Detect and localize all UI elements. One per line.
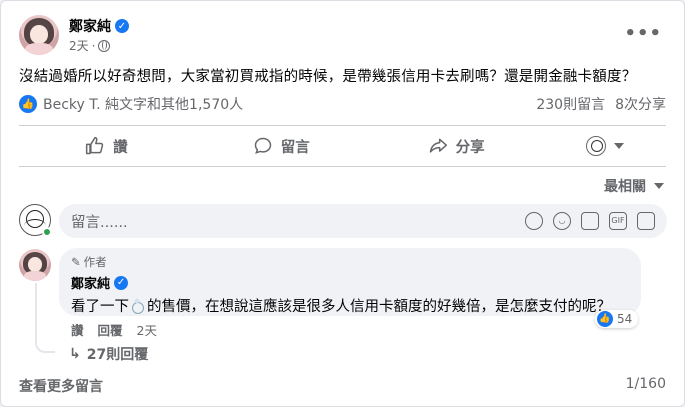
like-reaction-icon: 👍 — [19, 95, 37, 113]
comment-reply-button[interactable]: 回覆 — [98, 320, 123, 339]
more-options-icon[interactable]: ••• — [624, 23, 662, 44]
post-text: 沒結過婚所以好奇想問，大家當初買戒指的時候，是帶幾張信用卡去刷嗎？還是開金融卡額… — [19, 69, 637, 85]
thumbs-up-icon — [86, 136, 104, 155]
view-replies-link[interactable]: ↳ 27則回覆 — [69, 344, 148, 364]
comment-button[interactable]: 留言 — [194, 136, 369, 157]
camera-icon[interactable] — [581, 212, 599, 230]
divider — [19, 125, 666, 126]
comment-bubble: ✎ 作者 鄭家純 ✓ 看了一下 的售價，在想說這應該是很多人信用卡額度的好幾倍，… — [59, 248, 641, 316]
share-label: 分享 — [455, 139, 485, 156]
replies-label: 27則回覆 — [86, 347, 149, 363]
sort-label: 最相關 — [604, 179, 646, 195]
gif-icon[interactable]: GIF — [609, 212, 627, 230]
verified-badge-icon: ✓ — [114, 275, 129, 290]
comment-bubble-icon — [254, 137, 272, 154]
author-tag: 作者 — [83, 255, 107, 269]
like-reaction-icon: 👍 — [597, 311, 613, 327]
comment-text-part: 看了一下 — [71, 299, 129, 315]
author-avatar[interactable] — [19, 15, 59, 55]
comment-author-avatar[interactable] — [19, 249, 51, 281]
comment-reaction-count[interactable]: 👍 54 — [595, 310, 639, 328]
thread-line — [35, 283, 55, 353]
comment-label: 留言 — [280, 139, 310, 156]
emoji-icon[interactable]: ◡ — [553, 212, 571, 230]
like-label: 讚 — [113, 139, 128, 156]
sticker-icon[interactable] — [637, 212, 655, 230]
like-button[interactable]: 讚 — [19, 136, 194, 157]
profile-avatar-icon[interactable] — [585, 136, 606, 156]
comment-count[interactable]: 230則留言 — [536, 94, 605, 114]
comment-like-count: 54 — [617, 312, 633, 326]
comment-like-button[interactable]: 讚 — [71, 320, 84, 339]
post-time[interactable]: 2天 — [69, 37, 89, 54]
share-count[interactable]: 8次分享 — [615, 94, 666, 114]
chevron-down-icon — [654, 183, 664, 189]
comment-time[interactable]: 2天 — [137, 320, 157, 339]
comment-input[interactable]: 留言...... ◡ GIF — [59, 204, 667, 238]
share-button[interactable]: 分享 — [369, 136, 544, 157]
avatar-sticker-icon[interactable] — [525, 212, 543, 230]
comment-text-part: 的售價，在想說這應該是很多人信用卡額度的好幾倍，是怎麼支付的呢？ — [147, 299, 611, 315]
reply-arrow-icon: ↳ — [69, 346, 81, 362]
verified-badge-icon: ✓ — [115, 19, 129, 33]
share-arrow-icon — [429, 138, 447, 153]
pencil-icon: ✎ — [71, 255, 81, 269]
view-more-comments-link[interactable]: 查看更多留言 — [19, 376, 103, 396]
divider — [19, 166, 666, 167]
action-bar: 讚 留言 分享 — [19, 127, 666, 165]
ring-emoji-icon — [131, 298, 145, 314]
comment-pager: 1/160 — [625, 376, 666, 392]
author-name[interactable]: 鄭家純 — [69, 16, 111, 36]
reaction-summary[interactable]: 👍 Becky T. 純文字和其他1,570人 — [19, 94, 243, 114]
post-card: 鄭家純 ✓ 2天 · ••• 沒結過婚所以好奇想問，大家當初買戒指的時候，是帶幾… — [0, 0, 685, 407]
comment-author-name[interactable]: 鄭家純 — [71, 273, 110, 292]
chevron-down-icon[interactable] — [613, 143, 624, 149]
comment-placeholder: 留言...... — [71, 214, 128, 231]
online-status-icon — [42, 227, 52, 237]
globe-icon — [98, 39, 111, 52]
sort-dropdown[interactable]: 最相關 — [604, 176, 664, 196]
comment-text: 看了一下 的售價，在想說這應該是很多人信用卡額度的好幾倍，是怎麼支付的呢？ — [71, 295, 629, 316]
reaction-summary-text: Becky T. 純文字和其他1,570人 — [43, 97, 244, 113]
